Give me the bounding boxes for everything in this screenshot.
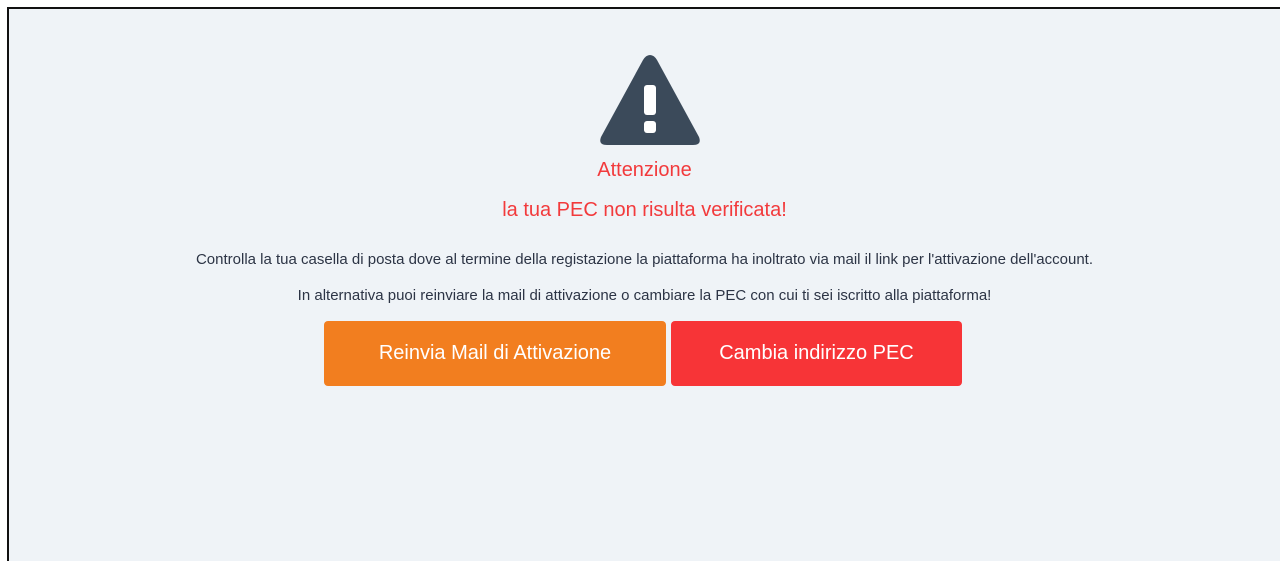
- alert-message-line-1: Controlla la tua casella di posta dove a…: [195, 251, 1094, 268]
- alert-subtitle: la tua PEC non risulta verificata!: [502, 199, 787, 221]
- alert-panel: Attenzione la tua PEC non risulta verifi…: [7, 7, 1280, 561]
- alert-title: Attenzione: [597, 159, 692, 181]
- change-pec-button[interactable]: Cambia indirizzo PEC: [671, 321, 962, 386]
- resend-activation-button[interactable]: Reinvia Mail di Attivazione: [324, 321, 666, 386]
- alert-message-line-2: In alternativa puoi reinviare la mail di…: [297, 287, 992, 304]
- warning-icon: [600, 55, 700, 145]
